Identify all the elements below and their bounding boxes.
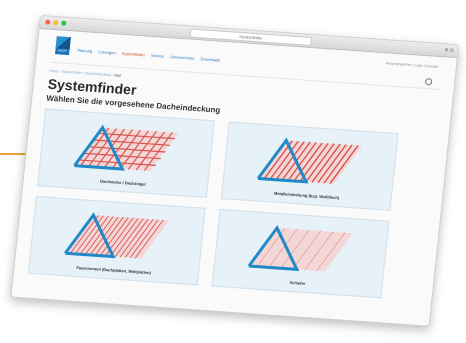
search-icon[interactable] [424,78,433,86]
card-faserzement[interactable]: Faserzement (Dachplatten, Wellplatten) [27,196,206,286]
card-metalleindeckung[interactable]: Metalleindeckung (bsp. Wellblech) [220,121,399,211]
minimize-window-button[interactable] [53,19,59,26]
card-dachsteine[interactable]: Dachsteine / Dachziegel [37,108,215,198]
logo-mark [55,36,71,50]
fibercement-roof-icon [64,212,170,259]
utility-links[interactable]: Ansprechpartner | Login | Kontakt [386,61,438,69]
logo-text: DACH [57,48,67,53]
nav-item-service[interactable]: Service [151,53,165,59]
breadcrumb-current: Steil [114,73,122,78]
card-label: Metalleindeckung (bsp. Wellblech) [273,190,340,201]
metal-roof-icon [256,137,363,184]
tiled-roof-icon [73,124,179,171]
nav-item-loesungen[interactable]: Lösungen [98,49,116,55]
close-window-button[interactable] [45,19,51,25]
roof-type-grid: Dachsteine / Dachziegel Metalleindeckung… [27,108,435,301]
website: DACH Planung Lösungen Systemfinder Servi… [14,29,457,302]
browser-window: Systemfinder ⊕ ⧉ DACH Planung Lösungen S… [10,15,460,327]
main-navigation: Planung Lösungen Systemfinder Service Un… [77,48,220,63]
card-schiefer[interactable]: Schiefer [211,208,390,299]
nav-item-systemfinder[interactable]: Systemfinder [121,51,145,58]
site-logo[interactable]: DACH [54,36,71,56]
nav-item-downloads[interactable]: Downloads [200,56,220,62]
nav-item-planung[interactable]: Planung [77,48,92,54]
maximize-window-button[interactable] [61,20,67,26]
card-label: Schiefer [289,279,306,286]
nav-item-unternehmen[interactable]: Unternehmen [170,54,195,61]
slate-roof-icon [247,225,353,272]
card-label: Faserzement (Dachplatten, Wellplatten) [76,265,152,276]
window-controls [45,19,67,26]
tilted-browser-mockup: Systemfinder ⊕ ⧉ DACH Planung Lösungen S… [9,15,466,343]
browser-actions-icon[interactable]: ⊕ ⧉ [444,47,454,54]
card-label: Dachsteine / Dachziegel [99,178,146,187]
